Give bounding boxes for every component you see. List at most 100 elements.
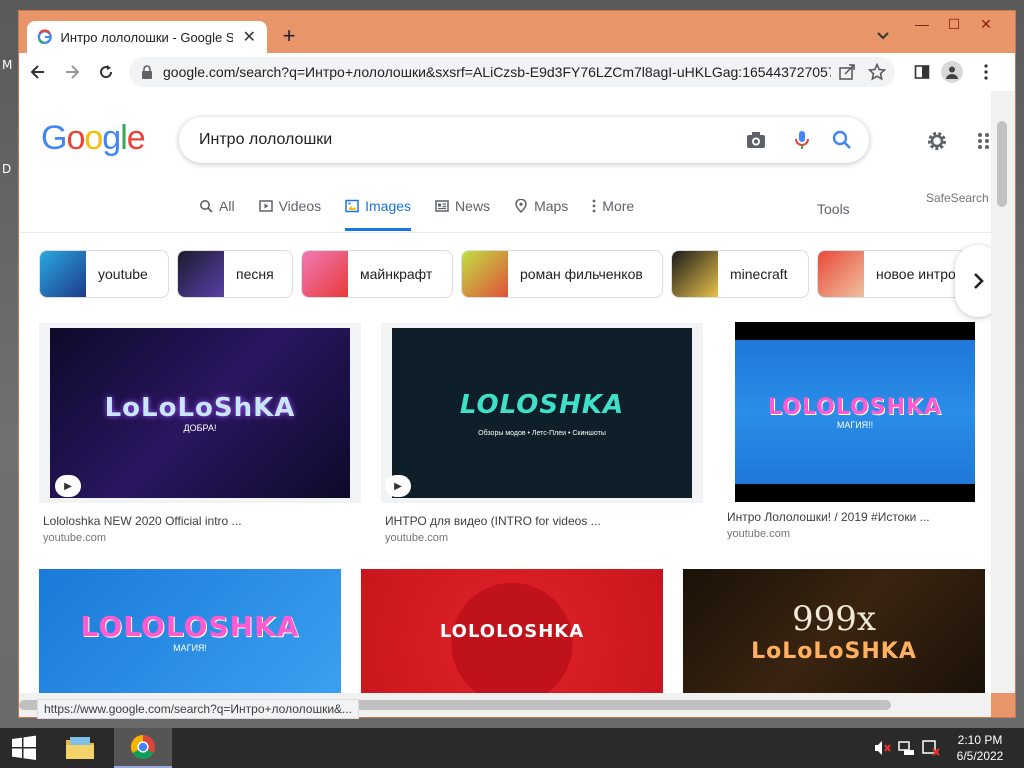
tab-more[interactable]: More (592, 191, 634, 221)
apps-grid-icon[interactable] (977, 131, 991, 151)
reload-button[interactable] (91, 57, 121, 87)
play-icon: ▶ (55, 475, 81, 497)
browser-tab[interactable]: Интро лололошки - Google Sea ✕ (27, 21, 267, 53)
result-thumbnail: LOLOLOSHKA МАГИЯ! (39, 569, 341, 693)
folder-icon (66, 737, 94, 759)
related-chip[interactable]: песня (177, 250, 293, 298)
chip-label: песня (236, 266, 274, 282)
result-caption[interactable]: Lololoshka NEW 2020 Official intro ... (43, 514, 242, 528)
microphone-icon[interactable] (791, 129, 813, 151)
address-bar[interactable]: google.com/search?q=Интро+лололошки&sxsr… (129, 57, 895, 87)
tab-label: Maps (534, 198, 569, 214)
close-window-button[interactable]: ✕ (971, 11, 1001, 37)
profile-avatar-icon[interactable] (941, 61, 963, 83)
result-thumbnail: 999x LoLoLoSHKA (683, 569, 985, 693)
bookmark-star-icon[interactable] (867, 62, 887, 82)
thumbnail-title: LOLOSHKA (459, 389, 625, 420)
tab-title: Интро лололошки - Google Sea (60, 29, 234, 45)
taskbar: 2:10 PM 6/5/2022 (0, 728, 1024, 768)
search-box[interactable]: Интро лололошки (179, 117, 869, 163)
chip-thumbnail (302, 251, 348, 297)
thumbnail-subtitle: Обзоры модов • Летс-Плеи • Скиншоты (478, 429, 606, 437)
thumbnail-subtitle: ДОБРА! (183, 423, 217, 433)
vertical-scrollbar[interactable] (991, 91, 1015, 693)
camera-search-icon[interactable] (745, 129, 767, 151)
image-result[interactable]: LOLOLOSHKA (361, 569, 663, 693)
side-panel-icon[interactable] (911, 61, 933, 83)
google-logo[interactable]: Google (41, 119, 146, 158)
tab-label: More (602, 198, 635, 214)
chip-label: youtube (98, 266, 148, 282)
thumbnail-title: LoLoLoSHKA (751, 638, 917, 664)
safesearch-button[interactable]: SafeSearch (926, 191, 989, 205)
map-pin-icon (515, 199, 527, 213)
back-button[interactable] (23, 57, 53, 87)
clock-date: 6/5/2022 (956, 749, 1004, 763)
image-result[interactable]: LOLOLOSHKA МАГИЯ!! Интро Лололошки! / 20… (723, 317, 987, 545)
minimize-button[interactable]: — (907, 11, 937, 37)
result-thumbnail: LOLOLOSHKA МАГИЯ!! (735, 322, 975, 502)
scroll-thumb[interactable] (997, 121, 1007, 207)
chips-next-button[interactable] (955, 245, 991, 317)
back-arrow-icon (30, 65, 44, 79)
desktop-edge-letter: D (2, 162, 12, 176)
tab-videos[interactable]: Videos (258, 191, 322, 221)
result-source[interactable]: youtube.com (727, 528, 790, 540)
logo-letter: o (84, 119, 103, 157)
search-query[interactable]: Интро лололошки (199, 131, 332, 149)
address-url: google.com/search?q=Интро+лололошки&sxsr… (163, 64, 831, 80)
system-clock[interactable]: 2:10 PM 6/5/2022 (950, 732, 1010, 764)
forward-arrow-icon (66, 65, 80, 79)
tab-label: News (455, 198, 491, 214)
speaker-muted-icon[interactable] (874, 740, 892, 756)
file-explorer-button[interactable] (56, 728, 104, 768)
action-center-alert-icon[interactable] (922, 740, 940, 756)
image-result[interactable]: LOLOLOSHKA МАГИЯ! (39, 569, 341, 693)
chip-label: майнкрафт (360, 266, 433, 282)
thumbnail-title: LOLOLOSHKA (80, 609, 300, 643)
search-type-tabs: All Videos Images News Maps More (199, 191, 658, 231)
chip-label: новое интро (876, 266, 956, 282)
related-chip[interactable]: новое интро (817, 250, 967, 298)
search-results-page: Google Интро лололошки All Videos Images… (19, 91, 991, 693)
browser-menu-icon[interactable] (975, 61, 997, 83)
related-chip[interactable]: minecraft (671, 250, 809, 298)
tab-label: Videos (278, 198, 322, 214)
result-source[interactable]: youtube.com (43, 532, 106, 544)
tab-close-icon[interactable]: ✕ (241, 27, 257, 47)
browser-toolbar: google.com/search?q=Интро+лололошки&sxsr… (19, 53, 1015, 91)
gear-icon[interactable] (925, 129, 949, 153)
search-icon[interactable] (831, 129, 853, 151)
start-button[interactable] (0, 728, 48, 768)
tab-maps[interactable]: Maps (514, 191, 568, 221)
chip-thumbnail (178, 251, 224, 297)
tab-all[interactable]: All (199, 191, 235, 221)
chrome-icon (130, 735, 155, 760)
tab-images[interactable]: Images (345, 191, 411, 231)
maximize-button[interactable]: ☐ (939, 11, 969, 37)
result-thumbnail: LOLOLOSHKA (361, 569, 663, 693)
result-source[interactable]: youtube.com (385, 532, 448, 544)
image-icon (345, 199, 359, 213)
image-result[interactable]: LOLOSHKA Обзоры модов • Летс-Плеи • Скин… (381, 323, 703, 545)
search-icon (200, 200, 213, 213)
image-result[interactable]: 999x LoLoLoSHKA (683, 569, 985, 693)
result-caption[interactable]: ИНТРО для видео (INTRO for videos ... (385, 514, 601, 528)
related-chip[interactable]: youtube (39, 250, 169, 298)
chrome-taskbar-button[interactable] (114, 728, 172, 768)
tab-search-chevron-icon[interactable] (875, 27, 891, 43)
related-chip[interactable]: майнкрафт (301, 250, 453, 298)
header-divider (19, 232, 991, 233)
forward-button[interactable] (57, 57, 87, 87)
related-chip[interactable]: роман фильченков (461, 250, 663, 298)
thumbnail-subtitle: МАГИЯ! (173, 642, 207, 653)
status-url-bubble: https://www.google.com/search?q=Интро+ло… (37, 699, 360, 719)
tab-news[interactable]: News (435, 191, 490, 221)
network-icon[interactable] (898, 740, 916, 756)
tools-button[interactable]: Tools (817, 201, 850, 217)
image-result[interactable]: LoLoLoShKA ДОБРА! ▶ Lololoshka NEW 2020 … (39, 323, 361, 545)
new-tab-button[interactable]: + (277, 25, 301, 47)
share-icon[interactable] (837, 62, 857, 82)
result-thumbnail: LoLoLoShKA ДОБРА! (50, 328, 350, 498)
result-caption[interactable]: Интро Лололошки! / 2019 #Истоки ... (727, 510, 930, 524)
